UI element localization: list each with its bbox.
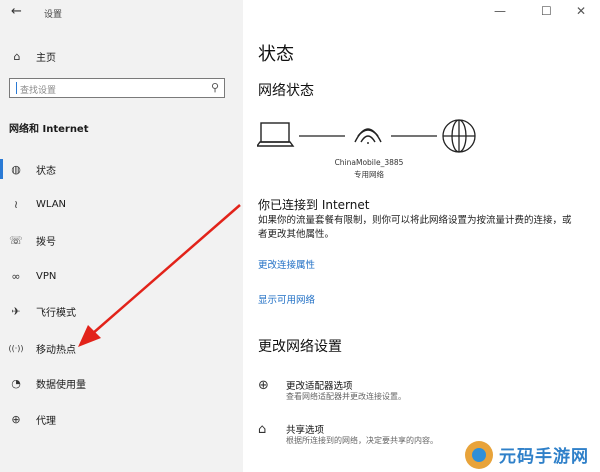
sidebar-item-wlan[interactable]: ≀ WLAN	[6, 196, 66, 212]
connected-heading: 你已连接到 Internet	[258, 198, 370, 212]
sidebar-item-status[interactable]: ◍ 状态	[6, 161, 56, 177]
text-caret	[16, 82, 17, 94]
proxy-icon: ⊕	[11, 412, 21, 426]
active-indicator	[0, 159, 3, 179]
option-subtitle: 查看网络适配器并更改连接设置。	[286, 392, 406, 401]
home-nav-item[interactable]: ⌂ 主页	[8, 48, 57, 64]
close-icon[interactable]: ✕	[576, 4, 586, 18]
sidebar-item-label: 移动热点	[36, 344, 76, 356]
search-icon[interactable]: ⚲	[211, 81, 219, 94]
sidebar-item-label: VPN	[36, 270, 57, 282]
connection-description: 如果你的流量套餐有限制，则你可以将此网络设置为按流量计费的连接，或者更改其他属性…	[258, 215, 572, 240]
network-status-heading: 网络状态	[258, 83, 314, 99]
change-connection-properties-link[interactable]: 更改连接属性	[258, 257, 315, 271]
page-title: 状态	[258, 44, 294, 65]
sidebar-item-vpn[interactable]: ∞ VPN	[6, 268, 56, 284]
airplane-icon: ✈	[11, 304, 21, 318]
settings-sidebar: ← 设置 ⌂ 主页 查找设置 ⚲ 网络和 Internet ◍ 状态 ≀ WLA…	[0, 0, 243, 472]
sidebar-item-airplane[interactable]: ✈ 飞行模式	[6, 303, 76, 319]
sidebar-titlebar: ← 设置	[0, 0, 243, 26]
back-icon[interactable]: ←	[11, 4, 22, 19]
dialup-icon: ☏	[9, 233, 23, 247]
laptop-icon	[255, 122, 295, 147]
network-type: 专用网络	[354, 170, 384, 179]
maximize-icon[interactable]: ☐	[541, 4, 552, 18]
network-diagram: ChinaMobile_3885 专用网络	[255, 118, 487, 188]
wlan-icon: ≀	[13, 197, 19, 211]
sidebar-item-label: 数据使用量	[36, 379, 86, 391]
watermark-text: 元码手游网	[499, 447, 589, 467]
sidebar-item-label: 飞行模式	[36, 307, 76, 319]
option-subtitle: 根据所连接到的网络，决定要共享的内容。	[286, 436, 438, 445]
adapter-icon: ⊕	[258, 378, 269, 393]
show-available-networks-link[interactable]: 显示可用网络	[258, 292, 315, 306]
sidebar-item-proxy[interactable]: ⊕ 代理	[6, 411, 56, 427]
globe-icon	[442, 119, 476, 153]
status-icon: ◍	[11, 162, 21, 176]
sidebar-item-dialup[interactable]: ☏ 拨号	[6, 232, 56, 248]
app-title: 设置	[44, 10, 63, 20]
section-title: 网络和 Internet	[9, 124, 89, 135]
vpn-icon: ∞	[11, 269, 21, 283]
watermark: 元码手游网	[461, 437, 600, 472]
hotspot-icon: ((·))	[8, 343, 24, 353]
watermark-logo-icon	[465, 440, 493, 469]
sidebar-item-hotspot[interactable]: ((·)) 移动热点	[6, 340, 76, 356]
home-label: 主页	[36, 52, 56, 64]
search-box[interactable]: 查找设置 ⚲	[9, 78, 225, 98]
sidebar-item-data-usage[interactable]: ◔ 数据使用量	[6, 375, 86, 391]
wifi-icon	[354, 128, 382, 144]
option-title: 共享选项	[286, 425, 325, 436]
data-usage-icon: ◔	[11, 376, 21, 390]
change-network-settings-heading: 更改网络设置	[258, 339, 342, 355]
home-icon: ⌂	[13, 49, 21, 63]
sidebar-item-label: WLAN	[36, 198, 67, 210]
option-title: 更改适配器选项	[286, 381, 353, 392]
search-placeholder: 查找设置	[20, 86, 57, 96]
sidebar-item-label: 状态	[36, 165, 56, 177]
sidebar-item-label: 拨号	[36, 236, 56, 248]
main-content: — ☐ ✕ 状态 网络状态 ChinaMobile_3885 专用网络 你已连接…	[243, 0, 600, 472]
minimize-icon[interactable]: —	[494, 4, 506, 18]
network-name: ChinaMobile_3885	[334, 158, 404, 167]
sidebar-item-label: 代理	[36, 415, 56, 427]
sharing-icon: ⌂	[258, 422, 267, 437]
